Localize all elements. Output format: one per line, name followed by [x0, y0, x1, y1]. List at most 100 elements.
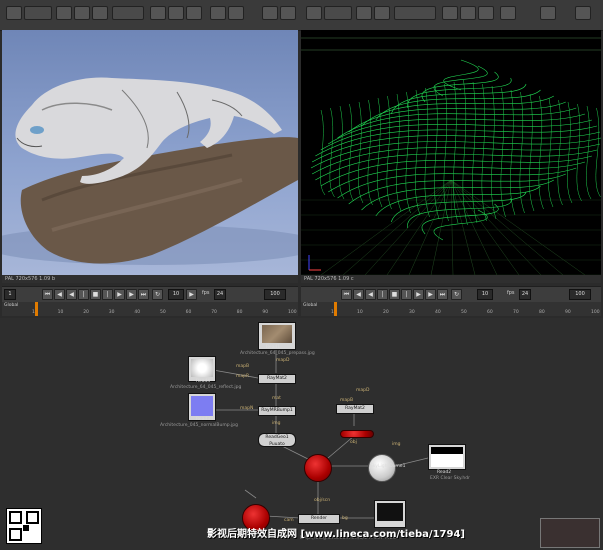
node-graph-navigator[interactable]	[540, 518, 600, 548]
roi-button[interactable]	[168, 6, 184, 20]
range-select-2[interactable]: Global	[303, 303, 317, 308]
channel-select[interactable]	[24, 6, 52, 20]
raymrbump1-node[interactable]: RayMRBump1	[258, 406, 296, 416]
channel-select-2[interactable]	[324, 6, 352, 20]
timeline-tick: 60	[487, 310, 493, 315]
transform-node[interactable]	[340, 430, 374, 438]
read4-thumbnail	[191, 359, 213, 377]
pipe-label: obj/scn	[314, 498, 331, 503]
lut-button[interactable]	[186, 6, 202, 20]
stop-button[interactable]: ■	[90, 289, 101, 300]
loop-button[interactable]: ↻	[152, 289, 163, 300]
end-frame-field[interactable]: 100	[264, 289, 286, 300]
scene-node[interactable]	[304, 454, 332, 482]
step-back-button[interactable]: |	[78, 289, 89, 300]
play-backward-button-2[interactable]: ◀	[365, 289, 376, 300]
read3-thumbnail	[191, 396, 213, 416]
gain-button[interactable]	[74, 6, 90, 20]
zoom-button-2[interactable]	[500, 6, 516, 20]
timeline-tick: 60	[185, 310, 192, 315]
zoom-button[interactable]	[210, 6, 226, 20]
readgeo1-node[interactable]: ReadGeo1 Puuato	[258, 433, 296, 447]
first-frame-button[interactable]: ⏮	[42, 289, 53, 300]
proxy-button[interactable]	[150, 6, 166, 20]
render-viewer[interactable]: PAL 720x576 1.09 b	[0, 30, 322, 283]
step-back-button-2[interactable]: |	[377, 289, 388, 300]
input-select[interactable]	[112, 6, 144, 20]
next-keyframe-button[interactable]: ▶	[126, 289, 137, 300]
first-frame-button-2[interactable]: ⏮	[341, 289, 352, 300]
timeline-tick: 10	[57, 310, 64, 315]
read1-file: Architecture_64_045_prepass.jpg	[240, 351, 315, 356]
step-forward-button-2[interactable]: |	[401, 289, 412, 300]
loop-button-2[interactable]: ↻	[451, 289, 462, 300]
read1-label: Read1	[266, 345, 281, 350]
next-keyframe-button-2[interactable]: ▶	[425, 289, 436, 300]
increment-field[interactable]: 10	[168, 289, 184, 300]
timeline-tick: 40	[435, 310, 441, 315]
pipe-label: mapD	[276, 358, 290, 363]
lut-button-2[interactable]	[478, 6, 494, 20]
lock-button[interactable]	[262, 6, 278, 20]
prev-keyframe-button-2[interactable]: ◀	[353, 289, 364, 300]
next-increment-button[interactable]: ▶	[186, 289, 197, 300]
timeline-tick: 50	[160, 310, 166, 315]
3d-wireframe-viewer[interactable]: PAL 720x576 1.09 c	[301, 30, 602, 283]
lock-button-2[interactable]	[540, 6, 556, 20]
increment-field-2[interactable]: 10	[477, 289, 493, 300]
play-backward-button[interactable]: ◀	[66, 289, 77, 300]
step-forward-button[interactable]: |	[102, 289, 113, 300]
read2-file: EXR Clear Sky.hdr	[430, 476, 470, 481]
proxy-button-2[interactable]	[442, 6, 458, 20]
last-frame-button-2[interactable]: ⏭	[437, 289, 448, 300]
roi-button-2[interactable]	[460, 6, 476, 20]
node-graph[interactable]: Read1 Architecture_64_045_prepass.jpg Re…	[0, 318, 603, 550]
clip-button[interactable]	[228, 6, 244, 20]
gain-button-2[interactable]	[374, 6, 390, 20]
input-select-2[interactable]	[394, 6, 436, 20]
pipe-label: mapN	[240, 406, 254, 411]
pipe-label: img	[272, 421, 281, 426]
timeline-ruler-2[interactable]: Global 1 10 20 30 40 50 60 70 80 90 100	[301, 302, 601, 316]
viewer-node[interactable]	[374, 500, 406, 528]
last-frame-button[interactable]: ⏭	[138, 289, 149, 300]
gamma-button[interactable]	[92, 6, 108, 20]
pause-button[interactable]	[280, 6, 296, 20]
play-forward-button[interactable]: ▶	[114, 289, 125, 300]
timeline-ruler[interactable]: Global 1 10 20 30 40 50 60 70 80 90 100	[2, 302, 298, 316]
viewer-thumbnail	[377, 503, 403, 521]
start-frame-field[interactable]: 1	[4, 289, 16, 300]
pipe-label: bg	[342, 516, 348, 521]
raymat2-b-node[interactable]: RayMat2	[336, 404, 374, 414]
read2-thumbnail	[431, 447, 463, 467]
timeline-tick: 30	[108, 310, 115, 315]
play-forward-button-2[interactable]: ▶	[413, 289, 424, 300]
alpha-button-2[interactable]	[356, 6, 372, 20]
viewer-toolbar	[0, 0, 603, 31]
pipe-label: mapR	[236, 374, 250, 379]
rgb-channel-button-2[interactable]	[306, 6, 322, 20]
fps-field[interactable]: 24	[214, 289, 226, 300]
pipe-label: cam	[284, 518, 294, 523]
wireframe-mesh	[301, 37, 602, 276]
playhead-2[interactable]	[334, 302, 337, 316]
end-frame-field-2[interactable]: 100	[569, 289, 591, 300]
pipe-label: mat	[272, 396, 281, 401]
render-node[interactable]: Render	[298, 514, 340, 524]
playhead[interactable]	[35, 302, 38, 316]
timeline-tick: 40	[134, 310, 141, 315]
alpha-button[interactable]	[56, 6, 72, 20]
read2-node[interactable]	[428, 444, 466, 470]
timeline-tick: 1	[331, 310, 334, 315]
viewer-format-label-2: PAL 720x576 1.09 c	[301, 275, 601, 283]
transport-controls: 1 ⏮ ◀ ◀ | ■ | ▶ ▶ ⏭ ↻ 10 ▶ fps 24 100	[2, 286, 298, 303]
pipe-label: mapD	[356, 388, 370, 393]
read2-label: Read2	[437, 470, 452, 475]
pause-button-2[interactable]	[575, 6, 591, 20]
rgb-channel-button[interactable]	[6, 6, 22, 20]
fps-field-2[interactable]: 24	[519, 289, 531, 300]
range-select[interactable]: Global	[4, 303, 18, 308]
prev-keyframe-button[interactable]: ◀	[54, 289, 65, 300]
stop-button-2[interactable]: ■	[389, 289, 400, 300]
raymat2-node[interactable]: RayMat2	[258, 374, 296, 384]
